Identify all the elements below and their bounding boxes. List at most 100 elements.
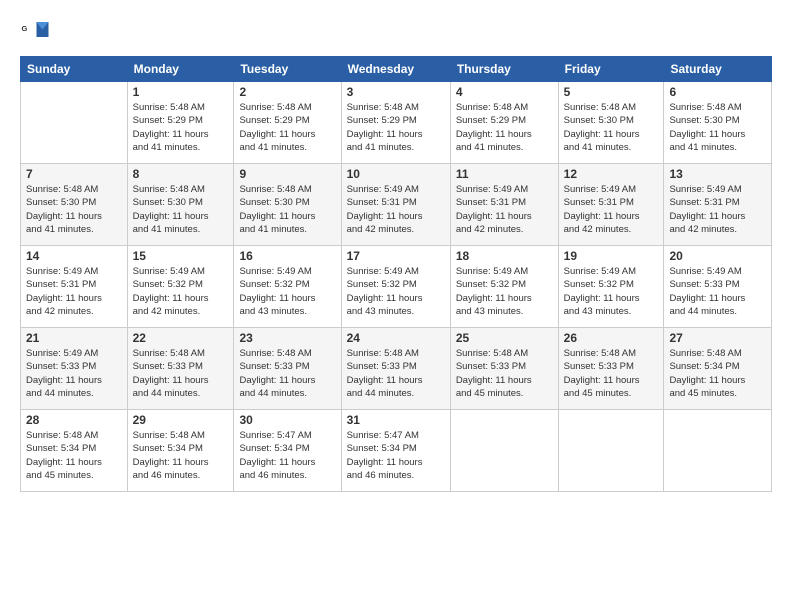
calendar-cell <box>664 410 772 492</box>
day-info: Sunrise: 5:49 AMSunset: 5:31 PMDaylight:… <box>564 183 659 236</box>
day-number: 24 <box>347 331 445 345</box>
day-info: Sunrise: 5:49 AMSunset: 5:31 PMDaylight:… <box>669 183 766 236</box>
calendar-cell: 14Sunrise: 5:49 AMSunset: 5:31 PMDayligh… <box>21 246 128 328</box>
logo-icon: G <box>20 16 50 46</box>
day-info: Sunrise: 5:48 AMSunset: 5:33 PMDaylight:… <box>133 347 229 400</box>
day-number: 19 <box>564 249 659 263</box>
calendar-cell: 29 Sunrise: 5:48 AMSunset: 5:34 PMDayligh… <box>127 410 234 492</box>
calendar-week-1: 7 Sunrise: 5:48 AMSunset: 5:30 PMDaylight… <box>21 164 772 246</box>
day-info: Sunrise: 5:47 AMSunset: 5:34 PMDaylight:… <box>239 429 335 482</box>
col-sunday: Sunday <box>21 57 128 82</box>
day-number: 11 <box>456 167 553 181</box>
calendar-cell: 1 Sunrise: 5:48 AMSunset: 5:29 PMDaylight… <box>127 82 234 164</box>
day-info: Sunrise: 5:48 AMSunset: 5:34 PMDaylight:… <box>133 429 229 482</box>
day-number: 18 <box>456 249 553 263</box>
calendar-week-4: 28 Sunrise: 5:48 AMSunset: 5:34 PMDayligh… <box>21 410 772 492</box>
day-info: Sunrise: 5:48 AMSunset: 5:34 PMDaylight:… <box>669 347 766 400</box>
day-number: 22 <box>133 331 229 345</box>
day-number: 17 <box>347 249 445 263</box>
day-number: 30 <box>239 413 335 427</box>
day-number: 5 <box>564 85 659 99</box>
day-number: 8 <box>133 167 229 181</box>
calendar-cell: 12Sunrise: 5:49 AMSunset: 5:31 PMDayligh… <box>558 164 664 246</box>
calendar-cell: 4Sunrise: 5:48 AMSunset: 5:29 PMDaylight… <box>450 82 558 164</box>
calendar-cell: 5 Sunrise: 5:48 AMSunset: 5:30 PMDaylight… <box>558 82 664 164</box>
day-info: Sunrise: 5:48 AMSunset: 5:33 PMDaylight:… <box>347 347 445 400</box>
day-info: Sunrise: 5:49 AMSunset: 5:31 PMDaylight:… <box>456 183 553 236</box>
calendar-week-3: 21Sunrise: 5:49 AMSunset: 5:33 PMDayligh… <box>21 328 772 410</box>
day-number: 29 <box>133 413 229 427</box>
day-number: 4 <box>456 85 553 99</box>
calendar-cell: 30 Sunrise: 5:47 AMSunset: 5:34 PMDayligh… <box>234 410 341 492</box>
calendar-cell: 23 Sunrise: 5:48 AMSunset: 5:33 PMDayligh… <box>234 328 341 410</box>
page: G Sunday Monday Tuesday Wednesday Thursd… <box>0 0 792 612</box>
calendar-cell: 24 Sunrise: 5:48 AMSunset: 5:33 PMDayligh… <box>341 328 450 410</box>
day-number: 26 <box>564 331 659 345</box>
day-number: 10 <box>347 167 445 181</box>
calendar-cell: 2 Sunrise: 5:48 AMSunset: 5:29 PMDaylight… <box>234 82 341 164</box>
day-number: 31 <box>347 413 445 427</box>
day-number: 21 <box>26 331 122 345</box>
day-info: Sunrise: 5:49 AMSunset: 5:31 PMDaylight:… <box>347 183 445 236</box>
calendar-cell: 7 Sunrise: 5:48 AMSunset: 5:30 PMDaylight… <box>21 164 128 246</box>
day-number: 1 <box>133 85 229 99</box>
col-wednesday: Wednesday <box>341 57 450 82</box>
day-number: 14 <box>26 249 122 263</box>
calendar-cell: 28 Sunrise: 5:48 AMSunset: 5:34 PMDayligh… <box>21 410 128 492</box>
calendar-cell: 9Sunrise: 5:48 AMSunset: 5:30 PMDaylight… <box>234 164 341 246</box>
day-number: 2 <box>239 85 335 99</box>
day-info: Sunrise: 5:48 AMSunset: 5:29 PMDaylight:… <box>239 101 335 154</box>
calendar-cell <box>21 82 128 164</box>
day-info: Sunrise: 5:48 AMSunset: 5:33 PMDaylight:… <box>456 347 553 400</box>
day-number: 27 <box>669 331 766 345</box>
col-monday: Monday <box>127 57 234 82</box>
day-number: 20 <box>669 249 766 263</box>
day-number: 25 <box>456 331 553 345</box>
day-info: Sunrise: 5:48 AMSunset: 5:30 PMDaylight:… <box>669 101 766 154</box>
col-saturday: Saturday <box>664 57 772 82</box>
calendar-cell: 6 Sunrise: 5:48 AMSunset: 5:30 PMDaylight… <box>664 82 772 164</box>
calendar-cell: 20 Sunrise: 5:49 AMSunset: 5:33 PMDayligh… <box>664 246 772 328</box>
day-info: Sunrise: 5:48 AMSunset: 5:30 PMDaylight:… <box>26 183 122 236</box>
day-info: Sunrise: 5:49 AMSunset: 5:32 PMDaylight:… <box>564 265 659 318</box>
day-info: Sunrise: 5:49 AMSunset: 5:32 PMDaylight:… <box>456 265 553 318</box>
calendar-cell: 21Sunrise: 5:49 AMSunset: 5:33 PMDayligh… <box>21 328 128 410</box>
day-info: Sunrise: 5:48 AMSunset: 5:30 PMDaylight:… <box>239 183 335 236</box>
calendar-week-0: 1 Sunrise: 5:48 AMSunset: 5:29 PMDaylight… <box>21 82 772 164</box>
day-info: Sunrise: 5:49 AMSunset: 5:32 PMDaylight:… <box>239 265 335 318</box>
col-tuesday: Tuesday <box>234 57 341 82</box>
calendar-cell: 26 Sunrise: 5:48 AMSunset: 5:33 PMDayligh… <box>558 328 664 410</box>
calendar-cell: 8Sunrise: 5:48 AMSunset: 5:30 PMDaylight… <box>127 164 234 246</box>
calendar-cell <box>558 410 664 492</box>
calendar-cell: 13 Sunrise: 5:49 AMSunset: 5:31 PMDayligh… <box>664 164 772 246</box>
calendar-cell: 18 Sunrise: 5:49 AMSunset: 5:32 PMDayligh… <box>450 246 558 328</box>
svg-text:G: G <box>22 24 28 33</box>
logo: G <box>20 16 54 46</box>
day-info: Sunrise: 5:47 AMSunset: 5:34 PMDaylight:… <box>347 429 445 482</box>
calendar-cell: 3Sunrise: 5:48 AMSunset: 5:29 PMDaylight… <box>341 82 450 164</box>
day-info: Sunrise: 5:48 AMSunset: 5:34 PMDaylight:… <box>26 429 122 482</box>
day-number: 28 <box>26 413 122 427</box>
col-friday: Friday <box>558 57 664 82</box>
day-info: Sunrise: 5:49 AMSunset: 5:32 PMDaylight:… <box>347 265 445 318</box>
calendar-cell: 22 Sunrise: 5:48 AMSunset: 5:33 PMDayligh… <box>127 328 234 410</box>
day-number: 15 <box>133 249 229 263</box>
calendar-cell: 17 Sunrise: 5:49 AMSunset: 5:32 PMDayligh… <box>341 246 450 328</box>
day-info: Sunrise: 5:48 AMSunset: 5:30 PMDaylight:… <box>564 101 659 154</box>
day-number: 13 <box>669 167 766 181</box>
day-number: 6 <box>669 85 766 99</box>
day-number: 3 <box>347 85 445 99</box>
day-number: 23 <box>239 331 335 345</box>
day-info: Sunrise: 5:48 AMSunset: 5:33 PMDaylight:… <box>239 347 335 400</box>
day-info: Sunrise: 5:49 AMSunset: 5:33 PMDaylight:… <box>669 265 766 318</box>
day-number: 7 <box>26 167 122 181</box>
calendar-cell: 15 Sunrise: 5:49 AMSunset: 5:32 PMDayligh… <box>127 246 234 328</box>
header: G <box>20 16 772 46</box>
day-number: 16 <box>239 249 335 263</box>
day-info: Sunrise: 5:48 AMSunset: 5:33 PMDaylight:… <box>564 347 659 400</box>
header-row: Sunday Monday Tuesday Wednesday Thursday… <box>21 57 772 82</box>
day-info: Sunrise: 5:49 AMSunset: 5:32 PMDaylight:… <box>133 265 229 318</box>
calendar-cell: 27 Sunrise: 5:48 AMSunset: 5:34 PMDayligh… <box>664 328 772 410</box>
day-info: Sunrise: 5:48 AMSunset: 5:29 PMDaylight:… <box>133 101 229 154</box>
calendar-cell: 16 Sunrise: 5:49 AMSunset: 5:32 PMDayligh… <box>234 246 341 328</box>
